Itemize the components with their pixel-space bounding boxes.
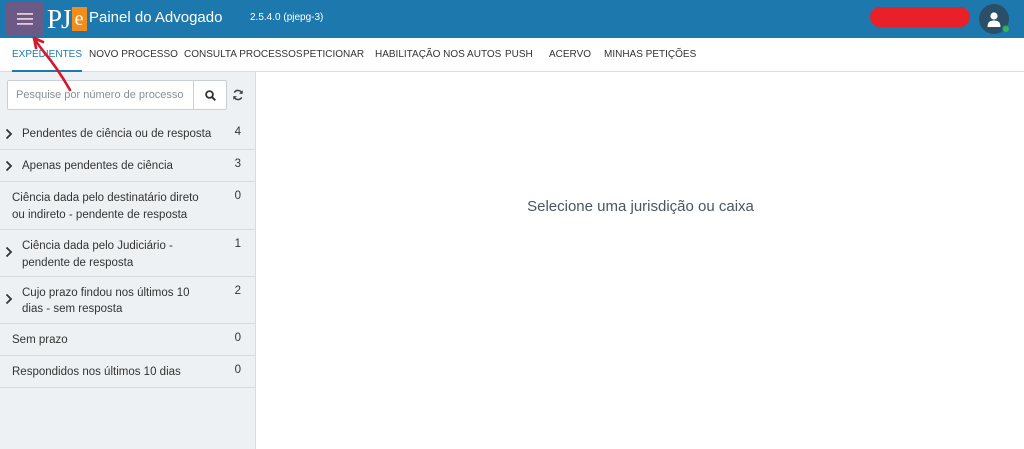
tab-expedientes[interactable]: EXPEDIENTES <box>12 38 83 72</box>
tab-consulta-processos[interactable]: CONSULTA PROCESSOS <box>184 38 303 72</box>
search-input[interactable] <box>8 81 193 109</box>
inbox-list: Pendentes de ciência ou de resposta 4 Ap… <box>0 118 255 388</box>
list-item-count: 0 <box>234 332 241 344</box>
list-item-ciencia-destinatario[interactable]: Ciência dada pelo destinatário direto ou… <box>0 182 255 230</box>
chevron-right-icon <box>5 128 13 140</box>
list-item-ciencia-judiciario[interactable]: Ciência dada pelo Judiciário - pendente … <box>0 230 255 277</box>
list-item-count: 3 <box>234 158 241 170</box>
list-item-sem-prazo[interactable]: Sem prazo 0 <box>0 324 255 356</box>
tab-peticionar[interactable]: PETICIONAR <box>303 38 364 72</box>
tab-habilitacao-nos-autos[interactable]: HABILITAÇÃO NOS AUTOS <box>375 38 501 72</box>
logo-text: PJ <box>47 4 72 34</box>
tab-acervo[interactable]: ACERVO <box>549 38 591 72</box>
chevron-right-icon <box>5 246 13 258</box>
list-item-pendentes-ciencia-resposta[interactable]: Pendentes de ciência ou de resposta 4 <box>0 118 255 150</box>
app-title: Painel do Advogado <box>89 9 223 26</box>
list-item-respondidos[interactable]: Respondidos nos últimos 10 dias 0 <box>0 356 255 388</box>
pje-lawyer-panel: PJ e Painel do Advogado 2.5.4.0 (pjepg-3)… <box>0 0 1024 449</box>
list-item-label: Cujo prazo findou nos últimos 10 <box>22 287 190 299</box>
list-item-label: Pendentes de ciência ou de resposta <box>22 128 212 140</box>
list-item-apenas-pendentes-ciencia[interactable]: Apenas pendentes de ciência 3 <box>0 150 255 182</box>
list-item-label-line2: dias - sem resposta <box>22 303 123 315</box>
online-status-dot <box>1002 25 1010 33</box>
sidebar: Pendentes de ciência ou de resposta 4 Ap… <box>0 72 256 449</box>
list-item-count: 0 <box>234 190 241 202</box>
list-item-count: 0 <box>234 364 241 376</box>
list-item-label: Ciência dada pelo Judiciário - <box>22 240 173 252</box>
hamburger-menu-icon <box>17 13 33 25</box>
tab-push[interactable]: PUSH <box>505 38 533 72</box>
app-version: 2.5.4.0 (pjepg-3) <box>250 12 324 23</box>
list-item-label: Respondidos nos últimos 10 dias <box>12 366 181 378</box>
list-item-label-line2: pendente de resposta <box>22 257 134 269</box>
list-item-count: 4 <box>234 126 241 138</box>
list-item-prazo-findou[interactable]: Cujo prazo findou nos últimos 10 dias - … <box>0 277 255 324</box>
empty-state-message: Selecione uma jurisdição ou caixa <box>527 198 754 215</box>
user-icon <box>987 11 1001 27</box>
tab-minhas-peticoes[interactable]: MINHAS PETIÇÕES <box>604 38 696 72</box>
tab-novo-processo[interactable]: NOVO PROCESSO <box>89 38 178 72</box>
refresh-icon <box>233 89 243 101</box>
list-item-label-line2: ou indireto - pendente de resposta <box>12 209 188 221</box>
search-icon <box>205 89 216 101</box>
list-item-count: 1 <box>234 238 241 250</box>
redacted-username <box>870 7 970 27</box>
chevron-right-icon <box>5 293 13 305</box>
list-item-label: Apenas pendentes de ciência <box>22 160 173 172</box>
chevron-right-icon <box>5 160 13 172</box>
pje-logo[interactable]: PJ e <box>47 3 87 35</box>
main-nav: EXPEDIENTES NOVO PROCESSO CONSULTA PROCE… <box>0 38 1024 72</box>
top-bar: PJ e Painel do Advogado 2.5.4.0 (pjepg-3) <box>0 0 1024 38</box>
menu-button[interactable] <box>6 2 44 36</box>
main-content: Selecione uma jurisdição ou caixa <box>257 72 1024 449</box>
logo-badge: e <box>71 7 87 31</box>
list-item-label: Ciência dada pelo destinatário direto <box>12 192 199 204</box>
search-box <box>7 80 227 110</box>
search-button[interactable] <box>193 81 227 109</box>
refresh-button[interactable] <box>230 87 246 103</box>
list-item-label: Sem prazo <box>12 334 68 346</box>
list-item-count: 2 <box>234 285 241 297</box>
